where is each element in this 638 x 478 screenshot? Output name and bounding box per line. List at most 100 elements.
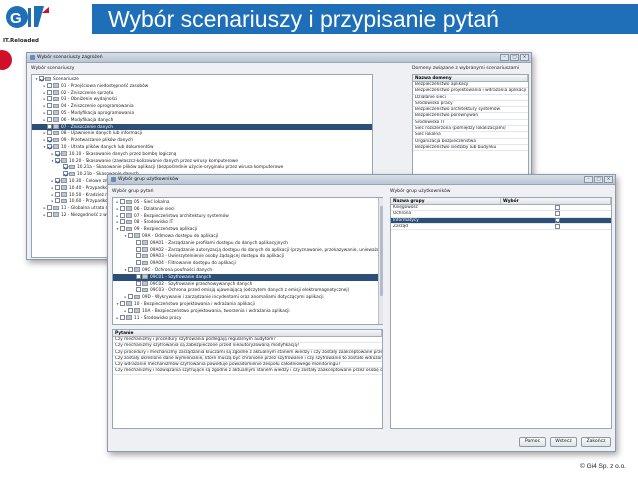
question-column[interactable]: Pytanie — [113, 330, 382, 336]
tree-node-checkbox[interactable] — [55, 177, 60, 183]
tree-node-checkbox[interactable] — [39, 76, 44, 81]
tree-node-checkbox[interactable] — [55, 184, 60, 190]
tree-node[interactable]: ▸ 11 - Środowisko pracy — [113, 314, 382, 322]
tree-node[interactable]: ▸ 10.10 - Skasowanie danych przez bombę l… — [32, 150, 372, 158]
tree-scrollbar[interactable] — [378, 198, 383, 324]
scenario-window-titlebar[interactable]: Wybór scenariuszy zagrożeń – □ × — [27, 53, 531, 63]
maximize-icon[interactable]: □ — [594, 176, 603, 183]
tree-node-checkbox[interactable] — [47, 123, 52, 129]
group-checkbox[interactable] — [554, 211, 560, 217]
folder-icon — [142, 287, 148, 293]
group-checkbox[interactable] — [554, 217, 560, 223]
tree-node-checkbox[interactable] — [47, 116, 52, 122]
tree-node[interactable]: ▸ 09D - Wykrywanie i zarządzanie incydent… — [113, 294, 382, 301]
tree-node[interactable]: ▸ 09 - Przetwarzanie plików danych — [32, 137, 372, 144]
tree-node-checkbox[interactable] — [128, 266, 133, 272]
tree-node[interactable]: ▸ 02 - Zniszczenie sprzętu — [32, 89, 372, 97]
group-select-column[interactable]: Wybór — [501, 198, 611, 204]
table-row[interactable]: Zarząd — [391, 224, 611, 231]
tree-node[interactable]: ▾ 09C - Ochrona poufności danych — [113, 266, 382, 274]
table-row[interactable]: Czy mechanizmy i rozwiązania szyfrujące … — [113, 368, 382, 375]
tree-node-checkbox[interactable] — [47, 103, 52, 109]
group-checkbox[interactable] — [554, 205, 560, 211]
tree-node-checkbox[interactable] — [136, 253, 141, 259]
tree-node[interactable]: ▸ 08 - Ujawnienie danych lub informacji — [32, 130, 372, 137]
tree-node[interactable]: ▸ 10A - Bezpieczeństwo projektowania, two… — [113, 307, 382, 315]
tree-node[interactable]: ▸ 06 - Modyfikacja danych — [32, 116, 372, 124]
tree-node-checkbox[interactable] — [136, 287, 141, 293]
tree-node[interactable]: 09A04 - Filtrowanie dostępu do aplikacji — [113, 260, 382, 267]
tree-node[interactable]: 10.21a - Skasowanie plików aplikacji (be… — [32, 164, 372, 171]
tree-node-checkbox[interactable] — [128, 307, 133, 313]
tree-node-checkbox[interactable] — [120, 199, 125, 204]
tree-node[interactable]: ▸ 03 - Obniżenie wydajności — [32, 96, 372, 103]
tree-node-checkbox[interactable] — [136, 239, 141, 245]
tree-node[interactable]: 09A01 - Zarządzanie profilami dostępu do… — [113, 239, 382, 247]
tree-node-checkbox[interactable] — [120, 300, 125, 306]
tree-node-checkbox[interactable] — [136, 246, 141, 252]
tree-node[interactable]: ▸ 07 - Bezpieczeństwo architektury system… — [113, 212, 382, 220]
tree-node[interactable]: ▸ 07 - Zniszczenie danych — [32, 123, 372, 131]
tree-node[interactable]: ▸ 08 - Środowisko IT — [113, 219, 382, 226]
tree-node[interactable]: ▸ 05 - Sieć lokalna — [113, 199, 382, 206]
folder-icon — [69, 171, 75, 177]
tree-node-checkbox[interactable] — [55, 150, 60, 156]
tree-node-checkbox[interactable] — [63, 164, 68, 170]
tree-node[interactable]: 09A03 - Uwierzytelnienie osoby żądającej… — [113, 253, 382, 260]
tree-node-checkbox[interactable] — [136, 273, 141, 279]
minimize-icon[interactable]: – — [500, 54, 509, 61]
tree-node-checkbox[interactable] — [120, 219, 125, 225]
group-name-column[interactable]: Nazwa grupy — [391, 198, 501, 204]
tree-node-checkbox[interactable] — [47, 137, 52, 143]
minimize-icon[interactable]: – — [584, 176, 593, 183]
tree-node-checkbox[interactable] — [47, 89, 52, 95]
tree-node[interactable]: ▾ Scenariusze — [32, 76, 372, 83]
tree-node-checkbox[interactable] — [47, 96, 52, 102]
tree-node-checkbox[interactable] — [120, 226, 125, 232]
tree-node[interactable]: ▸ 06 - Działanie sieci — [113, 205, 382, 213]
close-icon[interactable]: × — [520, 54, 529, 61]
tree-node-checkbox[interactable] — [47, 130, 52, 136]
tree-node-checkbox[interactable] — [136, 260, 141, 266]
tree-node[interactable]: ▸ 04 - Zniszczenie oprogramowania — [32, 103, 372, 110]
tree-node-checkbox[interactable] — [47, 143, 52, 149]
close-icon[interactable]: × — [604, 176, 613, 183]
tree-node[interactable]: ▸ 05 - Modyfikacja oprogramowania — [32, 109, 372, 117]
tree-node[interactable]: ▾ 10 - Bezpieczeństwo projektowania i wdr… — [113, 300, 382, 308]
tree-node-checkbox[interactable] — [120, 314, 125, 320]
folder-icon — [142, 240, 148, 245]
domain-name-column[interactable]: Nazwa domeny — [413, 75, 528, 81]
tree-node[interactable]: 09C01 - Szyfrowanie danych — [113, 273, 382, 281]
tree-node-checkbox[interactable] — [55, 157, 60, 163]
tree-node-checkbox[interactable] — [55, 191, 60, 197]
group-checkbox[interactable] — [554, 224, 560, 230]
question-groups-tree[interactable]: ▸ 05 - Sieć lokalna ▸ 06 - Działanie sieci ▸… — [112, 197, 383, 325]
help-button[interactable]: Pomoc — [519, 437, 546, 447]
tree-node-checkbox[interactable] — [63, 171, 68, 177]
tree-node[interactable]: ▾ 09A - Odmowa dostępu do aplikacji — [113, 232, 382, 240]
tree-node-checkbox[interactable] — [47, 211, 52, 217]
tree-node-checkbox[interactable] — [55, 198, 60, 204]
tree-node[interactable]: ▾ 09 - Bezpieczeństwo aplikacji — [113, 226, 382, 233]
tree-node-checkbox[interactable] — [128, 294, 133, 300]
maximize-icon[interactable]: □ — [510, 54, 519, 61]
tree-node-checkbox[interactable] — [47, 82, 52, 88]
tree-node-checkbox[interactable] — [128, 232, 133, 238]
tree-node-checkbox[interactable] — [47, 109, 52, 115]
tree-node-checkbox[interactable] — [136, 280, 141, 286]
tree-node[interactable]: 09A02 - Zarządzanie autoryzacją dostępu … — [113, 246, 382, 254]
tree-node[interactable]: ▾ 10 - Utrata plików danych lub dokumentó… — [32, 143, 372, 151]
group-name-cell: Informatycy — [393, 217, 419, 223]
tree-node-checkbox[interactable] — [120, 205, 125, 211]
tree-node[interactable]: 09C03 - Ochrona przed emisją ujawniającą… — [113, 287, 382, 294]
tree-node[interactable]: ▸ 01 - Przejściowa niedostępność zasobów — [32, 82, 372, 90]
tree-node-label: 10 - Bezpieczeństwo projektowania i wdra… — [134, 301, 255, 307]
user-groups-window-titlebar[interactable]: Wybór grup użytkowników – □ × — [108, 175, 615, 185]
tree-node[interactable]: 09C02 - Szyfrowanie przechowywanych dany… — [113, 280, 382, 288]
tree-node-checkbox[interactable] — [120, 212, 125, 218]
table-row[interactable]: Bezpieczeństwo siedziby lub budynku — [413, 145, 528, 152]
tree-node[interactable]: ▾ 10.20 - Skasowanie (zawłaszcz-kolizowan… — [32, 157, 372, 165]
finish-button[interactable]: Zakończ — [581, 437, 611, 447]
tree-node-checkbox[interactable] — [47, 205, 52, 211]
back-button[interactable]: Wstecz — [550, 437, 577, 447]
